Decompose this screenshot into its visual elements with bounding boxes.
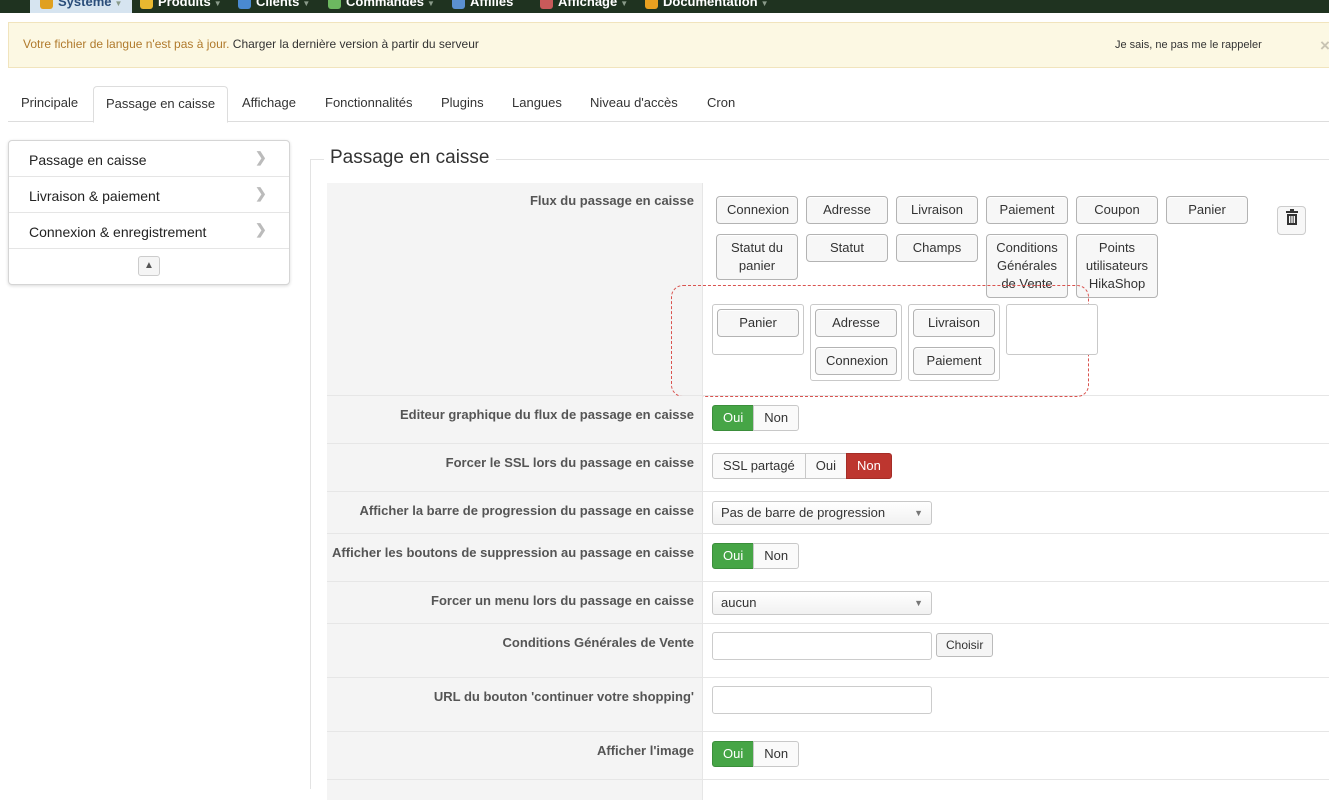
image-label: Afficher l'image xyxy=(596,743,694,758)
section-title: Passage en caisse xyxy=(324,147,496,169)
tab-fonctionnalites[interactable]: Fonctionnalités xyxy=(313,86,424,122)
palette-statut-du-panier[interactable]: Statut du panier xyxy=(716,234,798,280)
step-item-livraison[interactable]: Livraison xyxy=(913,309,995,337)
update-language-link[interactable]: Charger la dernière version à partir du … xyxy=(229,37,479,51)
collapse-up-icon[interactable]: ▲ xyxy=(138,256,160,276)
row-editeur: Editeur graphique du flux de passage en … xyxy=(327,396,1329,444)
editeur-oui-button[interactable]: Oui xyxy=(712,405,755,431)
sidenav-item-livraison-paiement[interactable]: Livraison & paiement ❯ xyxy=(9,177,289,213)
palette-panier[interactable]: Panier xyxy=(1166,196,1248,224)
cgv-input[interactable] xyxy=(712,632,932,660)
tab-niveau-acces[interactable]: Niveau d'accès xyxy=(578,86,690,122)
tab-cron[interactable]: Cron xyxy=(695,86,747,122)
alert-message: Votre fichier de langue n'est pas à jour… xyxy=(23,37,479,51)
step-item-paiement[interactable]: Paiement xyxy=(913,347,995,375)
menu-produits[interactable]: Produits ▼ xyxy=(140,0,222,13)
ssl-label: Forcer le SSL lors du passage en caisse xyxy=(445,455,694,470)
caret-down-icon: ▼ xyxy=(114,0,123,8)
chevron-down-icon: ▼ xyxy=(914,508,923,518)
menu-affilies[interactable]: Affiliés xyxy=(452,0,513,13)
config-tabs: Principale Passage en caisse Affichage F… xyxy=(8,86,1329,123)
progression-select[interactable]: Pas de barre de progression ▼ xyxy=(712,501,932,525)
box-icon xyxy=(140,0,153,10)
url-label: URL du bouton 'continuer votre shopping' xyxy=(433,689,694,704)
suppression-label: Afficher les boutons de suppression au p… xyxy=(332,545,694,560)
cgv-label: Conditions Générales de Vente xyxy=(502,635,694,650)
row-next xyxy=(327,780,1329,800)
caret-down-icon: ▼ xyxy=(213,0,222,8)
menu-affichage[interactable]: Affichage ▼ xyxy=(540,0,628,13)
progression-label: Afficher la barre de progression du pass… xyxy=(359,503,694,518)
suppression-non-button[interactable]: Non xyxy=(753,543,800,569)
language-alert: Votre fichier de langue n'est pas à jour… xyxy=(8,22,1329,68)
affiliates-icon xyxy=(452,0,465,10)
tools-icon xyxy=(40,0,53,10)
cgv-choisir-button[interactable]: Choisir xyxy=(936,633,994,657)
ssl-toggle: SSL partagé Oui Non xyxy=(712,453,892,479)
trash-icon[interactable] xyxy=(1277,206,1306,235)
chevron-right-icon: ❯ xyxy=(255,221,267,237)
users-icon xyxy=(238,0,251,10)
menu-systeme[interactable]: Système ▼ xyxy=(30,0,133,13)
help-icon xyxy=(645,0,658,10)
ssl-oui-button[interactable]: Oui xyxy=(804,453,848,479)
ssl-partage-button[interactable]: SSL partagé xyxy=(712,453,806,479)
display-icon xyxy=(540,0,553,10)
row-image: Afficher l'image xyxy=(327,732,1329,780)
step-item-adresse[interactable]: Adresse xyxy=(815,309,897,337)
suppression-oui-button[interactable]: Oui xyxy=(712,543,755,569)
image-oui-button[interactable]: Oui xyxy=(712,741,755,767)
tab-affichage[interactable]: Affichage xyxy=(230,86,308,122)
orders-icon xyxy=(328,0,341,10)
step-item-connexion[interactable]: Connexion xyxy=(815,347,897,375)
dismiss-link[interactable]: Je sais, ne pas me le rappeler xyxy=(1115,39,1262,51)
chevron-right-icon: ❯ xyxy=(255,185,267,201)
tab-passage-en-caisse[interactable]: Passage en caisse xyxy=(93,86,229,123)
caret-down-icon: ▼ xyxy=(427,0,435,8)
workflow-new-step[interactable] xyxy=(1006,304,1098,355)
side-nav: Passage en caisse ❯ Livraison & paiement… xyxy=(8,140,290,285)
menu-select-value: aucun xyxy=(721,595,757,610)
suppression-toggle: Oui Non xyxy=(712,543,800,569)
palette-champs[interactable]: Champs xyxy=(896,234,978,262)
editeur-toggle: Oui Non xyxy=(712,405,800,431)
url-input[interactable] xyxy=(712,686,932,714)
sidenav-item-passage-en-caisse[interactable]: Passage en caisse ❯ xyxy=(9,141,289,177)
image-non-button[interactable]: Non xyxy=(753,741,800,767)
menu-select[interactable]: aucun ▼ xyxy=(712,591,932,615)
menu-commandes[interactable]: Commandes ▼ xyxy=(328,0,435,13)
palette-points-utilisateurs[interactable]: Points utilisateurs HikaShop xyxy=(1076,234,1158,298)
palette-adresse[interactable]: Adresse xyxy=(806,196,888,224)
caret-down-icon: ▼ xyxy=(302,0,311,8)
tab-principale[interactable]: Principale xyxy=(9,86,90,122)
palette-paiement[interactable]: Paiement xyxy=(986,196,1068,224)
caret-down-icon: ▼ xyxy=(760,0,769,8)
tab-langues[interactable]: Langues xyxy=(500,86,574,122)
ssl-non-button[interactable]: Non xyxy=(846,453,892,479)
flux-label: Flux du passage en caisse xyxy=(529,193,694,208)
palette-connexion[interactable]: Connexion xyxy=(716,196,798,224)
close-icon[interactable]: × xyxy=(1320,36,1329,56)
alert-warning-text: Votre fichier de langue n'est pas à jour… xyxy=(23,37,230,51)
menu-label: Forcer un menu lors du passage en caisse xyxy=(431,593,694,608)
tab-plugins[interactable]: Plugins xyxy=(429,86,496,122)
menu-clients[interactable]: Clients ▼ xyxy=(238,0,310,13)
caret-down-icon: ▼ xyxy=(620,0,629,8)
step-item-panier[interactable]: Panier xyxy=(717,309,799,337)
menu-documentation[interactable]: Documentation ▼ xyxy=(645,0,769,13)
image-toggle: Oui Non xyxy=(712,741,800,767)
palette-coupon[interactable]: Coupon xyxy=(1076,196,1158,224)
sidenav-item-connexion-enregistrement[interactable]: Connexion & enregistrement ❯ xyxy=(9,213,289,249)
palette-statut[interactable]: Statut xyxy=(806,234,888,262)
trash-svg xyxy=(1285,209,1298,225)
row-suppression: Afficher les boutons de suppression au p… xyxy=(327,534,1329,582)
palette-livraison[interactable]: Livraison xyxy=(896,196,978,224)
editeur-non-button[interactable]: Non xyxy=(753,405,800,431)
editeur-label: Editeur graphique du flux de passage en … xyxy=(399,407,694,422)
chevron-right-icon: ❯ xyxy=(255,149,267,165)
progression-select-value: Pas de barre de progression xyxy=(721,505,886,520)
top-menu-bar: Système ▼ Produits ▼ Clients ▼ Commandes ▼ A… xyxy=(0,0,1329,13)
chevron-down-icon: ▼ xyxy=(914,598,923,608)
fieldset-border-left xyxy=(310,159,311,789)
